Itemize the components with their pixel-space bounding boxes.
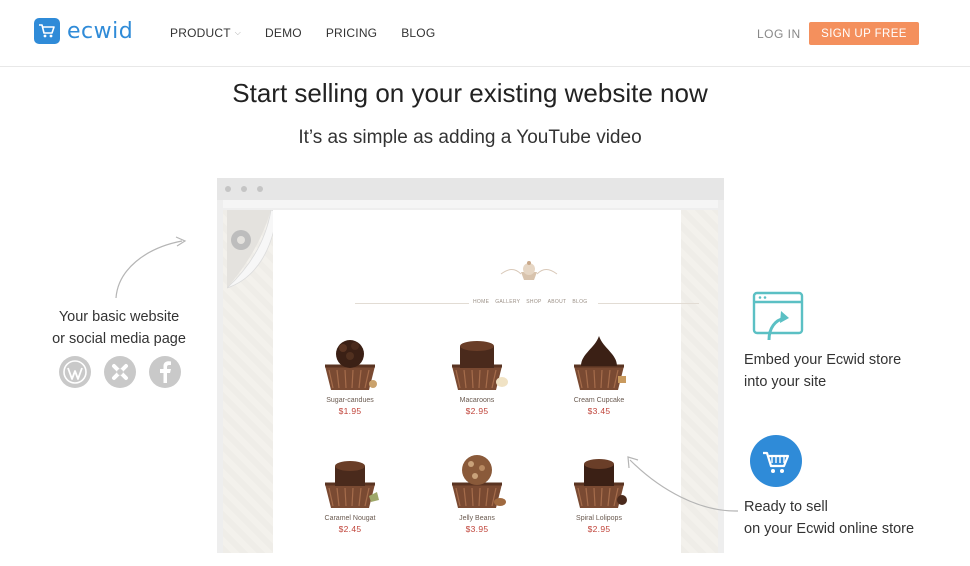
- caption-line: on your Ecwid online store: [744, 521, 915, 537]
- wordpress-icon: [59, 356, 91, 388]
- platform-icons: [59, 356, 194, 388]
- facebook-icon: [149, 356, 181, 388]
- caption-line: Your basic website: [58, 309, 180, 325]
- caption-line: or social media page: [52, 331, 186, 347]
- ecwid-cart-icon: [750, 435, 802, 487]
- caption-line: Ready to sell: [744, 499, 828, 515]
- right-arrow-line: [629, 459, 739, 512]
- basic-website-caption: Your basic website or social media page: [44, 306, 194, 350]
- caption-line: Embed your Ecwid store: [744, 352, 902, 368]
- ready-caption: Ready to sell on your Ecwid online store: [744, 496, 914, 540]
- embed-caption: Embed your Ecwid store into your site: [744, 349, 901, 393]
- joomla-icon: [104, 356, 136, 388]
- annotation-arrows: [115, 236, 739, 512]
- caption-line: into your site: [744, 374, 827, 390]
- embed-browser-icon: [752, 291, 804, 341]
- left-arrow-line: [115, 240, 183, 299]
